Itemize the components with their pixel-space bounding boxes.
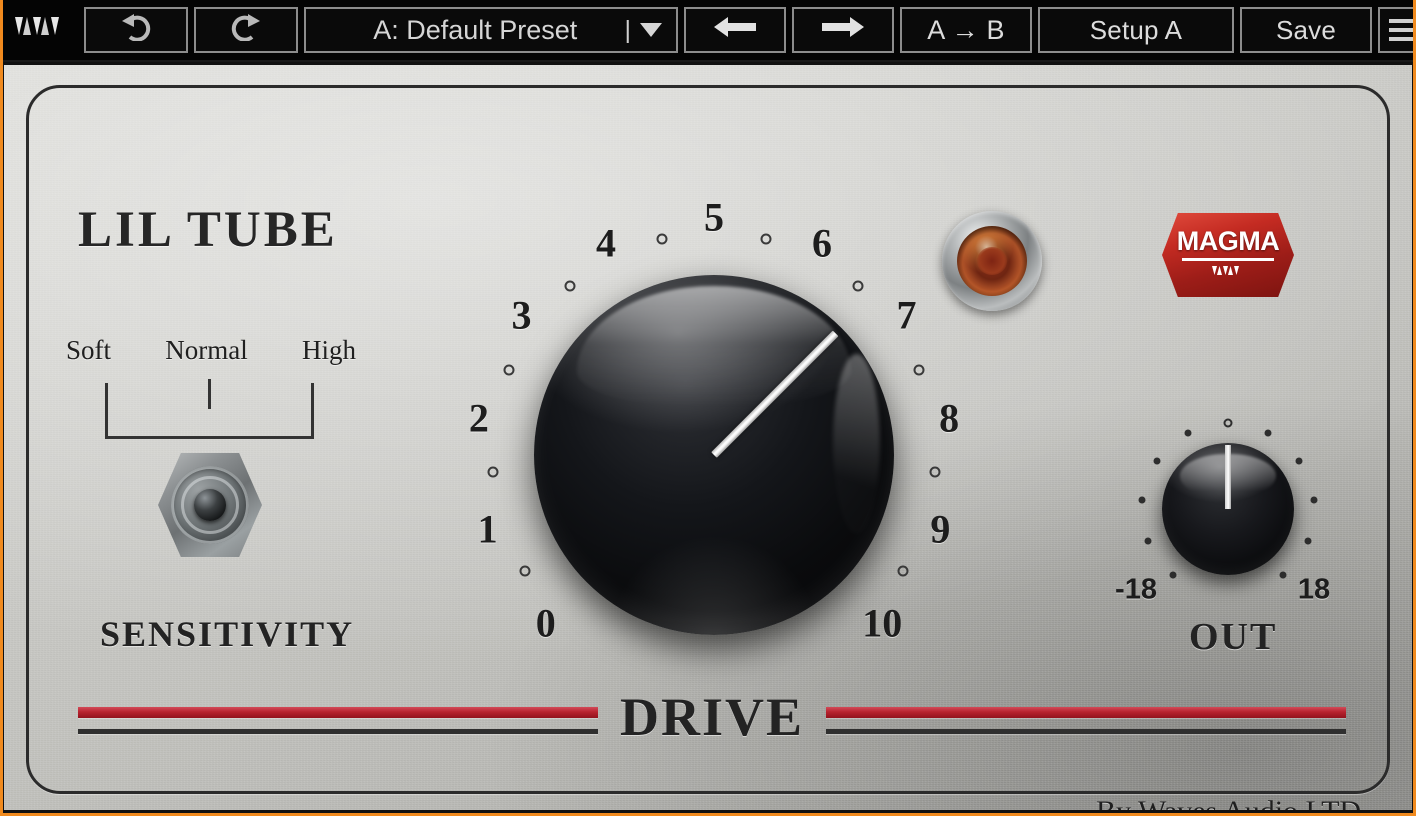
drive-scale-dot-6 — [852, 280, 864, 292]
rule-red-right — [826, 706, 1346, 718]
plugin-toolbar: A: Default Preset | A → B Setup A Save — [0, 0, 1416, 62]
menu-bar-3 — [1389, 37, 1415, 41]
magma-brand-badge: MAGMA — [1162, 213, 1294, 297]
waves-logo-icon — [1211, 264, 1245, 283]
out-scale-dot-5 — [1223, 418, 1233, 428]
drive-scale-dot-9 — [897, 565, 909, 577]
out-scale-dot-3 — [1153, 457, 1161, 465]
drive-scale-dot-4 — [656, 233, 668, 245]
rule-right — [826, 706, 1346, 734]
sensitivity-option-normal[interactable]: Normal — [165, 335, 247, 366]
rule-dark-right — [826, 728, 1346, 734]
sensitivity-option-labels: Soft Normal High — [66, 335, 356, 366]
chevron-down-icon[interactable] — [640, 23, 662, 37]
drive-scale-label-9: 9 — [930, 506, 951, 552]
magma-rule — [1182, 257, 1274, 261]
menu-bar-2 — [1389, 28, 1415, 32]
preset-separator: | — [624, 15, 632, 44]
magma-wordmark: MAGMA — [1176, 225, 1280, 256]
lamp-jewel-icon — [957, 226, 1027, 296]
drive-scale-label-0: 0 — [535, 600, 556, 646]
out-min-label: -18 — [1115, 573, 1157, 606]
out-pointer — [1225, 445, 1231, 509]
sensitivity-option-soft[interactable]: Soft — [66, 335, 111, 366]
rule-red-left — [78, 706, 598, 718]
sensitivity-option-high[interactable]: High — [302, 335, 356, 366]
preset-selector[interactable]: A: Default Preset | — [304, 7, 678, 53]
sensitivity-caption: SENSITIVITY — [100, 614, 355, 654]
right-arrow-icon — [820, 14, 866, 47]
previous-preset-button[interactable] — [684, 7, 786, 53]
out-caption: OUT — [1189, 616, 1278, 658]
drive-scale-dot-2 — [503, 364, 515, 376]
rule-left — [78, 706, 598, 734]
drive-control[interactable]: 0 1 2 3 4 5 6 7 8 9 10 — [434, 175, 994, 735]
out-scale-dot-7 — [1295, 457, 1303, 465]
out-knob[interactable] — [1162, 443, 1294, 575]
drive-scale-dot-7 — [913, 364, 925, 376]
drive-knob[interactable] — [534, 275, 894, 635]
magma-hex-shape: MAGMA — [1162, 213, 1294, 297]
sensitivity-control[interactable]: Soft Normal High — [66, 335, 356, 595]
drive-scale-label-7: 7 — [896, 292, 917, 338]
drive-scale-label-5: 5 — [704, 194, 724, 240]
drive-scale-label-10: 10 — [862, 600, 903, 646]
plugin-window: A: Default Preset | A → B Setup A Save L… — [0, 0, 1416, 816]
hamburger-menu-icon[interactable] — [1378, 7, 1416, 53]
drive-caption: DRIVE — [619, 687, 805, 747]
drive-scale-label-6: 6 — [812, 220, 833, 266]
out-scale-dot-10 — [1279, 571, 1287, 579]
next-preset-button[interactable] — [792, 7, 894, 53]
menu-bar-1 — [1389, 19, 1415, 23]
tube-indicator-lamp — [942, 211, 1042, 311]
drive-scale-label-2: 2 — [468, 395, 489, 441]
out-scale-dot-9 — [1304, 537, 1312, 545]
copy-a-to-b-button[interactable]: A → B — [900, 7, 1032, 53]
out-max-label: 18 — [1297, 573, 1331, 606]
save-button[interactable]: Save — [1240, 7, 1372, 53]
drive-scale-label-1: 1 — [477, 506, 498, 552]
out-scale-dot-8 — [1310, 496, 1318, 504]
toggle-lever-nub — [194, 489, 226, 521]
plugin-panel: LIL TUBE Soft Normal High SENSITIVITY 0 … — [4, 65, 1412, 810]
drive-scale-dot-3 — [564, 280, 576, 292]
drive-scale-label-3: 3 — [511, 292, 532, 338]
page-title: LIL TUBE — [78, 202, 338, 258]
sensitivity-toggle-switch[interactable] — [158, 453, 262, 557]
undo-button[interactable] — [84, 7, 188, 53]
drive-footer-rule: DRIVE — [78, 685, 1346, 755]
rule-dark-left — [78, 728, 598, 734]
sensitivity-center-tick — [208, 379, 211, 409]
drive-scale-label-4: 4 — [595, 220, 616, 266]
plugin-panel-wrapper: LIL TUBE Soft Normal High SENSITIVITY 0 … — [0, 62, 1416, 816]
byline: By Waves Audio LTD. — [1096, 795, 1369, 810]
setup-a-button[interactable]: Setup A — [1038, 7, 1234, 53]
out-scale-dot-2 — [1138, 496, 1146, 504]
waves-logo-icon[interactable] — [6, 7, 78, 53]
drive-scale-dot-5 — [760, 233, 772, 245]
drive-scale-label-8: 8 — [939, 395, 960, 441]
drive-pointer — [711, 330, 839, 458]
out-scale-dot-4 — [1184, 429, 1192, 437]
drive-scale-dot-8 — [929, 466, 941, 478]
out-scale-dot-6 — [1264, 429, 1272, 437]
drive-scale-dot-1 — [487, 466, 499, 478]
redo-button[interactable] — [194, 7, 298, 53]
out-scale-dot-0 — [1169, 571, 1177, 579]
out-scale-dot-1 — [1144, 537, 1152, 545]
left-arrow-icon — [712, 14, 758, 47]
drive-scale-dot-0 — [519, 565, 531, 577]
redo-arrow-icon — [226, 13, 266, 48]
preset-name-label: A: Default Preset — [373, 14, 578, 45]
undo-arrow-icon — [116, 13, 156, 48]
